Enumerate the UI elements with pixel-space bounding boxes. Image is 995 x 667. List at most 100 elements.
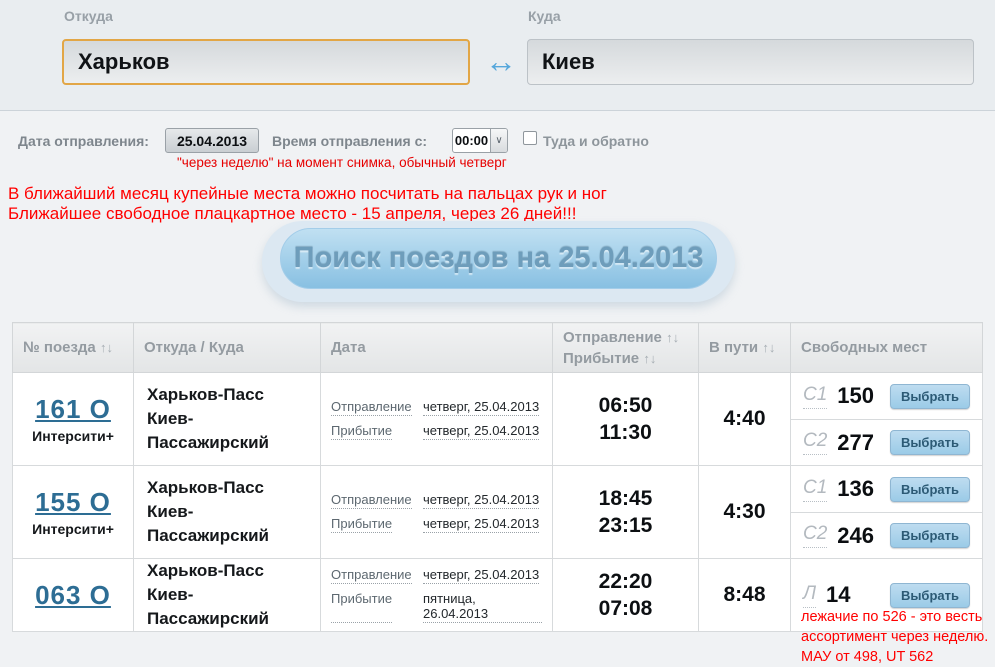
- seats-cell: С1 136 Выбрать С2 246 Выбрать: [791, 466, 983, 559]
- table-row: 063 О Харьков-Пасс Киев-Пассажирский Отп…: [13, 559, 983, 632]
- route-to: Киев-Пассажирский: [147, 583, 310, 631]
- date-cell: Отправление четверг, 25.04.2013 Прибытие…: [321, 373, 553, 466]
- to-input[interactable]: Киев: [527, 39, 974, 85]
- from-input[interactable]: Харьков: [62, 39, 470, 85]
- select-seats-button[interactable]: Выбрать: [890, 523, 970, 548]
- sort-departure-icon[interactable]: ↑↓: [666, 330, 679, 345]
- times-cell: 22:20 07:08: [553, 559, 699, 632]
- header-route: Откуда / Куда: [134, 323, 321, 373]
- seats-cell: Л 14 Выбрать лежачие по 526 - это весть …: [791, 559, 983, 632]
- route-cell: Харьков-Пасс Киев-Пассажирский: [134, 559, 321, 632]
- seat-count: 136: [837, 476, 874, 502]
- header-duration: В пути ↑↓: [699, 323, 791, 373]
- arrival-date-row-label: Прибытие: [331, 591, 392, 623]
- duration-cell: 8:48: [699, 559, 791, 632]
- route-to: Киев-Пассажирский: [147, 407, 310, 455]
- select-seats-button[interactable]: Выбрать: [890, 430, 970, 455]
- table-header-row: № поезда ↑↓ Откуда / Куда Дата Отправлен…: [13, 323, 983, 373]
- duration-cell: 4:30: [699, 466, 791, 559]
- select-seats-button[interactable]: Выбрать: [890, 384, 970, 409]
- seat-count: 14: [826, 582, 850, 608]
- departure-date-value: четверг, 25.04.2013: [423, 399, 539, 416]
- swap-direction-icon[interactable]: ↔: [483, 44, 519, 78]
- seat-class: Л: [803, 583, 816, 608]
- seat-class: С2: [803, 523, 827, 548]
- departure-date-row-label: Отправление: [331, 567, 412, 584]
- train-number-cell: 063 О: [13, 559, 134, 632]
- date-annotation-note: "через неделю" на момент снимка, обычный…: [177, 155, 507, 170]
- train-category: Интерсити+: [13, 521, 133, 537]
- seat-class: С2: [803, 430, 827, 455]
- from-label: Откуда: [64, 8, 113, 24]
- sort-duration-icon[interactable]: ↑↓: [762, 340, 775, 355]
- arrival-date-row-label: Прибытие: [331, 516, 392, 533]
- times-cell: 18:45 23:15: [553, 466, 699, 559]
- sort-train-number-icon[interactable]: ↑↓: [100, 340, 113, 355]
- search-trains-button[interactable]: Поиск поездов на 25.04.2013: [280, 228, 717, 289]
- train-results-table: № поезда ↑↓ Откуда / Куда Дата Отправлен…: [12, 322, 983, 632]
- table-row: 155 О Интерсити+ Харьков-Пасс Киев-Пасса…: [13, 466, 983, 559]
- departure-time-value: 00:00: [453, 129, 490, 152]
- train-number-cell: 161 О Интерсити+: [13, 373, 134, 466]
- departure-date-row-label: Отправление: [331, 399, 412, 416]
- route-from: Харьков-Пасс: [147, 476, 310, 500]
- departure-date-value: четверг, 25.04.2013: [423, 492, 539, 509]
- train-number-link[interactable]: 063 О: [35, 580, 111, 610]
- date-cell: Отправление четверг, 25.04.2013 Прибытие…: [321, 466, 553, 559]
- seat-count: 150: [837, 383, 874, 409]
- train-number-link[interactable]: 161 О: [35, 394, 111, 424]
- route-from: Харьков-Пасс: [147, 559, 310, 583]
- train-number-cell: 155 О Интерсити+: [13, 466, 134, 559]
- departure-time-label: Время отправления с:: [272, 133, 427, 149]
- availability-warning: В ближайший месяц купейные места можно п…: [8, 184, 607, 223]
- seat-option: С2 246 Выбрать: [791, 512, 982, 558]
- seat-option: С2 277 Выбрать: [791, 419, 982, 465]
- roundtrip-checkbox[interactable]: [523, 131, 537, 145]
- departure-date-field[interactable]: 25.04.2013: [165, 128, 259, 153]
- train-number-link[interactable]: 155 О: [35, 487, 111, 517]
- to-label: Куда: [528, 8, 561, 24]
- header-train-number: № поезда ↑↓: [13, 323, 134, 373]
- times-cell: 06:50 11:30: [553, 373, 699, 466]
- seat-count: 277: [837, 430, 874, 456]
- seat-option: С1 150 Выбрать: [791, 373, 982, 419]
- departure-time: 22:20: [553, 568, 698, 595]
- route-from: Харьков-Пасс: [147, 383, 310, 407]
- arrival-date-value: четверг, 25.04.2013: [423, 423, 539, 440]
- header-departure-arrival: Отправление ↑↓ Прибытие ↑↓: [553, 323, 699, 373]
- seats-cell: С1 150 Выбрать С2 277 Выбрать: [791, 373, 983, 466]
- train-category: Интерсити+: [13, 428, 133, 444]
- route-to: Киев-Пассажирский: [147, 500, 310, 548]
- arrival-time: 23:15: [553, 512, 698, 539]
- route-cell: Харьков-Пасс Киев-Пассажирский: [134, 373, 321, 466]
- arrival-time: 07:08: [553, 595, 698, 622]
- roundtrip-label: Туда и обратно: [543, 133, 649, 149]
- route-form-section: Откуда Куда Харьков ↔ Киев: [0, 0, 995, 111]
- chevron-down-icon[interactable]: ∨: [490, 129, 507, 152]
- date-cell: Отправление четверг, 25.04.2013 Прибытие…: [321, 559, 553, 632]
- departure-date-row-label: Отправление: [331, 492, 412, 509]
- arrival-time: 11:30: [553, 419, 698, 446]
- header-date: Дата: [321, 323, 553, 373]
- arrival-date-row-label: Прибытие: [331, 423, 392, 440]
- seat-option: С1 136 Выбрать: [791, 466, 982, 512]
- header-seats: Свободных мест: [791, 323, 983, 373]
- arrival-date-value: пятница, 26.04.2013: [423, 591, 542, 623]
- select-seats-button[interactable]: Выбрать: [890, 583, 970, 608]
- select-seats-button[interactable]: Выбрать: [890, 477, 970, 502]
- duration-cell: 4:40: [699, 373, 791, 466]
- seat-class: С1: [803, 384, 827, 409]
- departure-date-value: четверг, 25.04.2013: [423, 567, 539, 584]
- seat-count: 246: [837, 523, 874, 549]
- route-cell: Харьков-Пасс Киев-Пассажирский: [134, 466, 321, 559]
- availability-warning-line1: В ближайший месяц купейные места можно п…: [8, 184, 607, 204]
- seat-class: С1: [803, 477, 827, 502]
- seats-annotation-note: лежачие по 526 - это весть ассортимент ч…: [801, 607, 995, 667]
- departure-time-select[interactable]: 00:00 ∨: [452, 128, 508, 153]
- departure-time: 06:50: [553, 392, 698, 419]
- departure-date-label: Дата отправления:: [18, 133, 149, 149]
- arrival-date-value: четверг, 25.04.2013: [423, 516, 539, 533]
- departure-time: 18:45: [553, 485, 698, 512]
- sort-arrival-icon[interactable]: ↑↓: [643, 351, 656, 366]
- table-row: 161 О Интерсити+ Харьков-Пасс Киев-Пасса…: [13, 373, 983, 466]
